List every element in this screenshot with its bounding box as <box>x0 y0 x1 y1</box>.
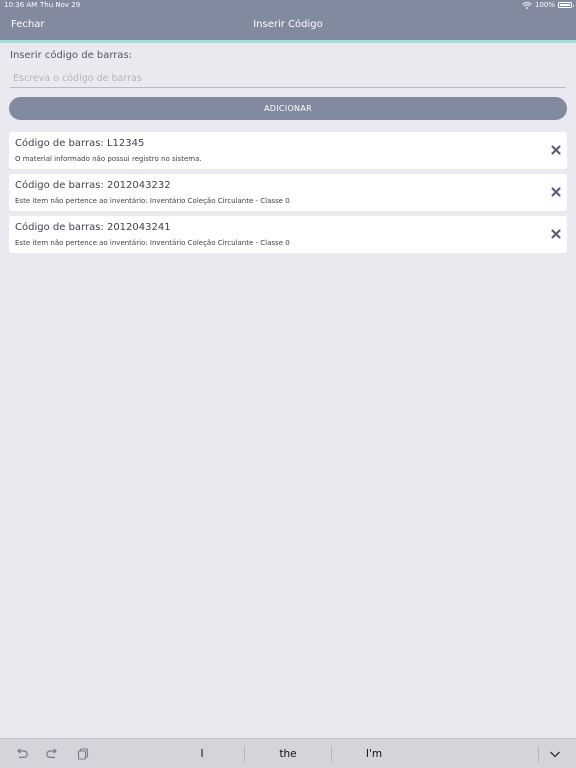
suggestion-2[interactable]: the <box>245 739 331 768</box>
result-message: O material informado não possui registro… <box>15 155 202 163</box>
result-card: Código de barras: 2012043232 Este item n… <box>9 174 567 211</box>
dismiss-keyboard-icon[interactable] <box>548 747 562 761</box>
result-barcode: Código de barras: L12345 <box>15 138 145 149</box>
result-card: Código de barras: L12345 O material info… <box>9 132 567 169</box>
close-icon[interactable] <box>550 186 562 198</box>
add-button[interactable]: ADICIONAR <box>9 97 567 120</box>
suggestion-3[interactable]: I'm <box>332 739 416 768</box>
wifi-icon <box>522 1 532 9</box>
battery-percent: 100% <box>534 1 555 9</box>
battery-icon <box>558 2 574 8</box>
close-icon[interactable] <box>550 144 562 156</box>
redo-icon[interactable] <box>45 747 59 761</box>
navigation-bar: 10:36 AM Thu Nov 29 100% Fechar Inserir … <box>0 0 576 40</box>
status-date: Thu Nov 29 <box>40 1 81 9</box>
undo-icon[interactable] <box>15 747 29 761</box>
status-time: 10:36 AM <box>4 1 38 9</box>
result-barcode: Código de barras: 2012043232 <box>15 180 171 191</box>
close-icon[interactable] <box>550 228 562 240</box>
result-barcode: Código de barras: 2012043241 <box>15 222 171 233</box>
result-card: Código de barras: 2012043241 Este item n… <box>9 216 567 253</box>
dismiss-divider <box>538 746 539 762</box>
close-button[interactable]: Fechar <box>11 19 44 30</box>
keyboard-shortcut-bar: I the I'm <box>0 738 576 768</box>
result-list: Código de barras: L12345 O material info… <box>9 132 567 258</box>
result-message: Este item não pertence ao inventário: In… <box>15 239 290 247</box>
paste-icon[interactable] <box>76 747 90 761</box>
suggestion-1[interactable]: I <box>160 739 244 768</box>
barcode-input[interactable] <box>10 70 566 88</box>
accent-divider <box>0 40 576 43</box>
status-right: 100% <box>522 1 574 9</box>
page-title: Inserir Código <box>253 19 323 30</box>
barcode-field-label: Inserir código de barras: <box>10 50 133 61</box>
status-bar: 10:36 AM Thu Nov 29 100% <box>0 0 576 11</box>
result-message: Este item não pertence ao inventário: In… <box>15 197 290 205</box>
